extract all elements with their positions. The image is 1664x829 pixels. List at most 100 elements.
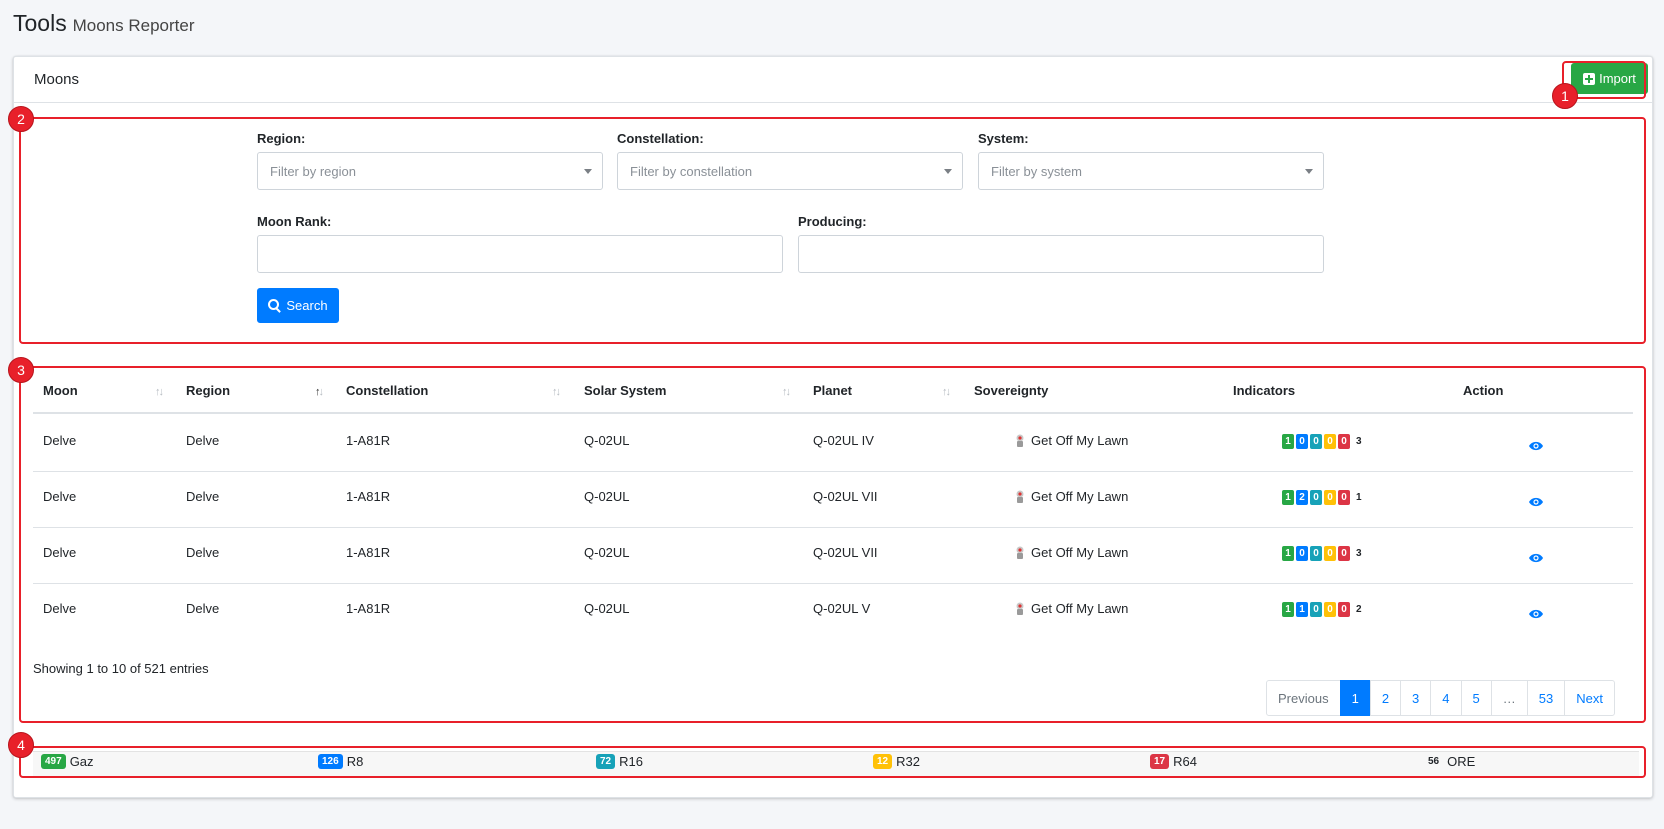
producing-label: Producing: [798,214,867,229]
pagination-page[interactable]: 2 [1369,680,1402,716]
col-header-sovereignty: Sovereignty [974,383,1049,398]
indicator-count: 2 [1356,604,1362,615]
row-divider [33,471,1633,472]
constellation-select[interactable]: Filter by constellation [617,152,963,190]
sort-icon[interactable]: ↑↓ [552,386,561,398]
indicator-badge: 0 [1324,490,1336,505]
cell-region: Delve [186,489,220,504]
indicator-badge: 0 [1296,546,1308,561]
region-select[interactable]: Filter by region [257,152,603,190]
pagination-next[interactable]: Next [1564,680,1615,716]
page-subtitle: Moons Reporter [72,16,195,35]
cell-moon: Delve [43,601,77,616]
pagination-page[interactable]: 3 [1400,680,1432,716]
page-header: Tools Moons Reporter [13,10,194,37]
cell-planet: Q-02UL V [813,601,871,616]
cell-sovereignty: Get Off My Lawn [1031,489,1129,504]
annotation-marker-2: 2 [8,106,34,132]
cell-constellation: 1-A81R [346,545,391,560]
view-eye-icon[interactable] [1528,552,1544,564]
constellation-label: Constellation: [617,131,704,146]
pagination: Previous 1 2 3 4 5 … 53 Next [1266,680,1615,716]
cell-moon: Delve [43,545,77,560]
alliance-logo-icon [1016,434,1024,447]
pagination-page[interactable]: 4 [1430,680,1462,716]
system-placeholder: Filter by system [991,163,1083,179]
summary-count-badge: 497 [41,754,66,769]
view-eye-icon[interactable] [1528,440,1544,452]
sort-icon[interactable]: ↑↓ [782,386,791,398]
constellation-placeholder: Filter by constellation [630,163,753,179]
cell-planet: Q-02UL VII [813,489,878,504]
cell-constellation: 1-A81R [346,601,391,616]
summary-item: 56 ORE [1424,754,1475,769]
summary-item: 72 R16 [596,754,643,769]
summary-count-badge: 12 [873,754,893,769]
summary-item: 12 R32 [873,754,920,769]
cell-system: Q-02UL [584,489,630,504]
annotation-marker-1: 1 [1552,83,1578,109]
indicator-badge: 1 [1282,490,1294,505]
annotation-marker-3: 3 [8,357,34,383]
pagination-page[interactable]: 1 [1339,680,1371,716]
summary-label: R16 [619,754,643,769]
chevron-down-icon [1305,169,1313,174]
indicator-badge: 0 [1310,602,1322,617]
col-header-constellation[interactable]: Constellation [346,383,428,398]
import-button[interactable]: Import [1571,63,1648,94]
indicator-badges: 100003 [1282,434,1362,449]
table-header-divider [33,412,1633,414]
sort-asc-icon[interactable]: ↑↓ [315,386,324,398]
pagination-page[interactable]: 53 [1526,680,1566,716]
pagination-page[interactable]: 5 [1460,680,1492,716]
cell-system: Q-02UL [584,433,630,448]
cell-system: Q-02UL [584,601,630,616]
pagination-previous[interactable]: Previous [1266,680,1341,716]
system-label: System: [978,131,1029,146]
col-header-action: Action [1463,383,1504,398]
summary-item: 17 R64 [1150,754,1197,769]
col-header-moon[interactable]: Moon [43,383,78,398]
region-label: Region: [257,131,306,146]
moon-rank-input[interactable] [257,235,783,273]
alliance-logo-icon [1016,602,1024,615]
cell-constellation: 1-A81R [346,433,391,448]
indicator-badge: 1 [1282,602,1294,617]
indicator-badge: 0 [1338,434,1350,449]
cell-sovereignty: Get Off My Lawn [1031,545,1129,560]
indicator-badges: 110002 [1282,602,1362,617]
search-icon [268,299,281,312]
col-header-solar-system[interactable]: Solar System [584,383,666,398]
indicator-badge: 1 [1282,546,1294,561]
cell-region: Delve [186,433,220,448]
summary-item: 126 R8 [318,754,363,769]
summary-label: R8 [346,754,364,769]
producing-input[interactable] [798,235,1324,273]
moon-rank-label: Moon Rank: [257,214,332,229]
search-button[interactable]: Search [257,288,339,323]
cell-constellation: 1-A81R [346,489,391,504]
indicator-badge: 0 [1324,602,1336,617]
indicator-badge: 0 [1324,434,1336,449]
indicator-count: 3 [1356,436,1362,447]
indicator-badge: 0 [1310,546,1322,561]
col-header-indicators: Indicators [1233,383,1296,398]
view-eye-icon[interactable] [1528,496,1544,508]
summary-bar [33,751,1639,776]
system-select[interactable]: Filter by system [978,152,1324,190]
indicator-badge: 0 [1338,546,1350,561]
col-header-planet[interactable]: Planet [813,383,852,398]
indicator-count: 3 [1356,548,1362,559]
summary-count-badge: 72 [596,754,616,769]
view-eye-icon[interactable] [1528,608,1544,620]
indicator-badges: 100003 [1282,546,1362,561]
sort-icon[interactable]: ↑↓ [155,386,164,398]
plus-square-icon [1583,72,1596,85]
chevron-down-icon [944,169,952,174]
cell-sovereignty: Get Off My Lawn [1031,433,1129,448]
sort-icon[interactable]: ↑↓ [942,386,951,398]
summary-count-badge: 56 [1424,754,1444,769]
cell-sovereignty: Get Off My Lawn [1031,601,1129,616]
col-header-region[interactable]: Region [186,383,230,398]
cell-planet: Q-02UL IV [813,433,874,448]
